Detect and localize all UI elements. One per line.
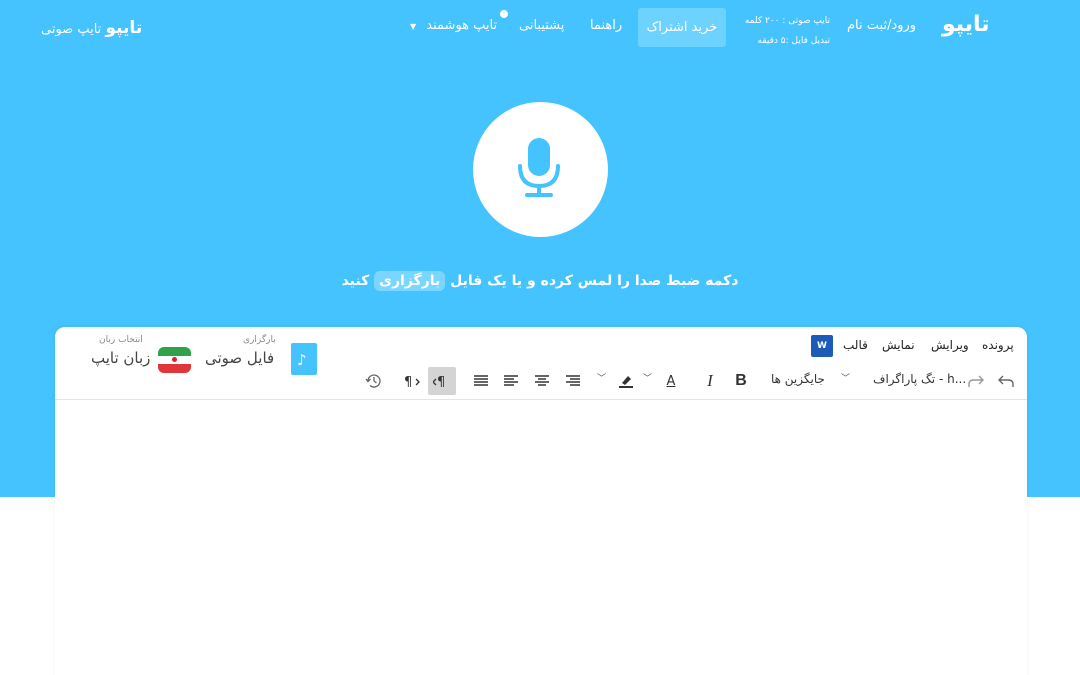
menu-view[interactable]: نمایش [882,338,915,352]
svg-text:¶: ¶ [437,375,445,388]
site-logo[interactable]: تایپو [942,12,991,37]
audio-file-upload[interactable]: فایل صوتی [205,349,274,367]
iran-flag-icon[interactable] [158,347,191,373]
menu-template[interactable]: قالب [843,338,868,352]
undo-icon[interactable] [992,367,1020,395]
language-caption: انتخاب زبان [99,335,143,345]
hero-instruction: دکمه ضبط صدا را لمس کرده و یا یک فایل با… [0,271,1080,291]
support-link[interactable]: پشتیبانی [519,18,564,33]
top-navbar: تایپو ورود/ثبت نام تایپ صوتی : ۲۰۰ کلمه … [0,0,1080,56]
smart-typing-label: تایپ هوشمند [426,18,498,33]
paragraph-tag-select[interactable]: تگ پاراگراف - h... [873,372,966,386]
record-button[interactable] [473,102,608,237]
align-center-icon[interactable] [528,367,556,395]
instruction-text: دکمه ضبط صدا را لمس کرده و یا یک فایل [450,273,739,289]
chevron-down-icon[interactable]: ﹀ [643,371,652,384]
menu-file[interactable]: پرونده [982,338,1014,352]
redo-icon[interactable] [962,367,990,395]
chevron-down-icon[interactable]: ﹀ [597,371,606,384]
plan-quota-file: تبدیل فایل :۵ دقیقه [757,36,831,46]
word-export-icon[interactable]: W [811,335,833,357]
history-icon[interactable] [360,367,388,395]
plan-quota: تایپ صوتی : ۲۰۰ کلمه تبدیل فایل :۵ دقیقه [740,11,830,51]
chevron-down-icon[interactable]: ﹀ [841,371,850,384]
bold-button[interactable]: B [727,367,755,395]
typing-language-select[interactable]: زبان تایپ [91,349,150,367]
brand-left-text: تایپ صوتی [41,22,102,37]
align-right-icon[interactable] [559,367,587,395]
replacements-button[interactable]: جایگزین ها [771,372,825,386]
menu-edit[interactable]: ویرایش [931,338,969,352]
italic-button[interactable]: I [696,367,724,395]
instruction-text-end: کنید [341,273,370,289]
editor-card: پرونده ویرایش نمایش قالب W تگ پاراگراف -… [55,327,1027,675]
microphone-icon [518,138,560,197]
editor-text-area[interactable] [55,400,1027,675]
smart-typing-menu[interactable]: ▼ تایپ هوشمند [410,18,497,33]
brand-left-logo: تایپو [105,18,143,38]
align-justify-icon[interactable] [467,367,495,395]
svg-text:¶: ¶ [404,375,412,388]
login-register-link[interactable]: ورود/ثبت نام [847,18,916,33]
chevron-down-icon: ▼ [410,22,417,31]
ltr-direction-icon[interactable]: ¶ [398,367,426,395]
plan-quota-words: تایپ صوتی : ۲۰۰ کلمه [744,16,830,26]
notification-dot [500,10,508,18]
align-left-icon[interactable] [497,367,525,395]
font-color-button[interactable]: A [657,367,685,395]
buy-subscription-button[interactable]: خرید اشتراک [638,8,726,47]
upload-caption: بارگزاری [243,335,276,345]
help-link[interactable]: راهنما [590,18,622,33]
audio-file-icon[interactable]: ♪ [291,343,317,375]
highlight-color-icon[interactable] [612,367,640,395]
rtl-direction-icon[interactable]: ¶ [428,367,456,395]
upload-highlight-link[interactable]: بارگزاری [374,271,446,291]
brand-left[interactable]: تایپو تایپ صوتی [41,18,142,38]
